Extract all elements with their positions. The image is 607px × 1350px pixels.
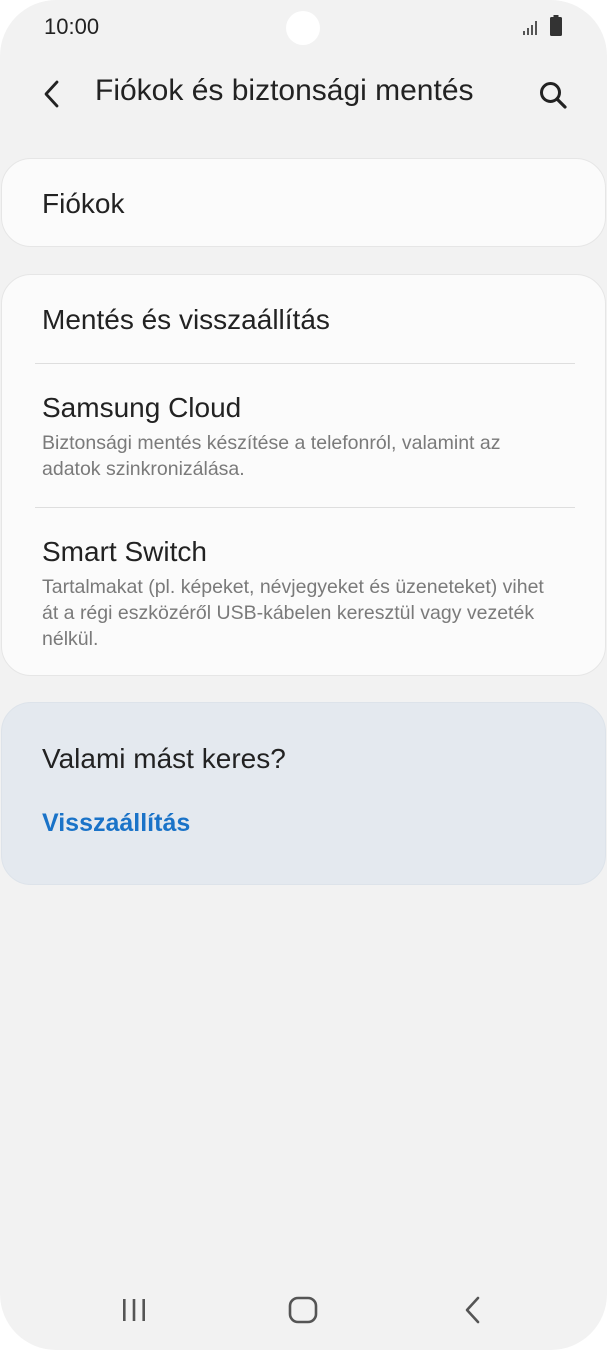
accounts-card[interactable]: Fiókok xyxy=(1,158,606,247)
status-time: 10:00 xyxy=(44,14,100,39)
battery-icon xyxy=(550,15,562,36)
search-button[interactable] xyxy=(530,72,576,118)
home-icon xyxy=(288,1296,318,1324)
suggestion-title: Valami mást keres? xyxy=(42,743,286,774)
reset-link[interactable]: Visszaállítás xyxy=(42,809,190,838)
accounts-label: Fiókok xyxy=(42,188,125,219)
status-bar: 10:00 xyxy=(0,0,607,56)
page-title: Fiókok és biztonsági mentés xyxy=(95,74,474,107)
navigation-bar xyxy=(0,1270,607,1350)
camera-cutout xyxy=(286,11,320,45)
search-icon xyxy=(540,82,567,109)
list-item-smart-switch[interactable]: Smart Switch Tartalmakat (pl. képeket, n… xyxy=(2,508,607,676)
suggestion-card: Valami mást keres? Visszaállítás xyxy=(1,702,606,885)
app-header: Fiókok és biztonsági mentés xyxy=(0,56,607,132)
list-item-title: Smart Switch xyxy=(42,536,207,567)
back-button[interactable] xyxy=(30,72,74,116)
list-item-samsung-cloud[interactable]: Samsung Cloud Biztonsági mentés készítés… xyxy=(2,364,607,507)
list-item-subtitle: Biztonsági mentés készítése a telefonról… xyxy=(42,432,501,480)
backup-card: Mentés és visszaállítás Samsung Cloud Bi… xyxy=(1,274,606,676)
recent-apps-button[interactable] xyxy=(104,1286,164,1334)
recent-apps-icon xyxy=(123,1299,145,1321)
list-item-title: Samsung Cloud xyxy=(42,392,242,423)
signal-icon xyxy=(523,21,537,35)
phone-screen: 10:00 Fiókok és biztonsági mentés Fiókok… xyxy=(0,0,607,1350)
list-item-subtitle: Tartalmakat (pl. képeket, névjegyeket és… xyxy=(42,576,544,650)
list-item-backup-restore[interactable]: Mentés és visszaállítás xyxy=(2,275,607,363)
chevron-left-icon xyxy=(44,80,59,108)
home-button[interactable] xyxy=(273,1286,333,1334)
back-icon xyxy=(465,1296,480,1324)
list-item-title: Mentés és visszaállítás xyxy=(42,304,330,335)
nav-back-button[interactable] xyxy=(443,1286,503,1334)
